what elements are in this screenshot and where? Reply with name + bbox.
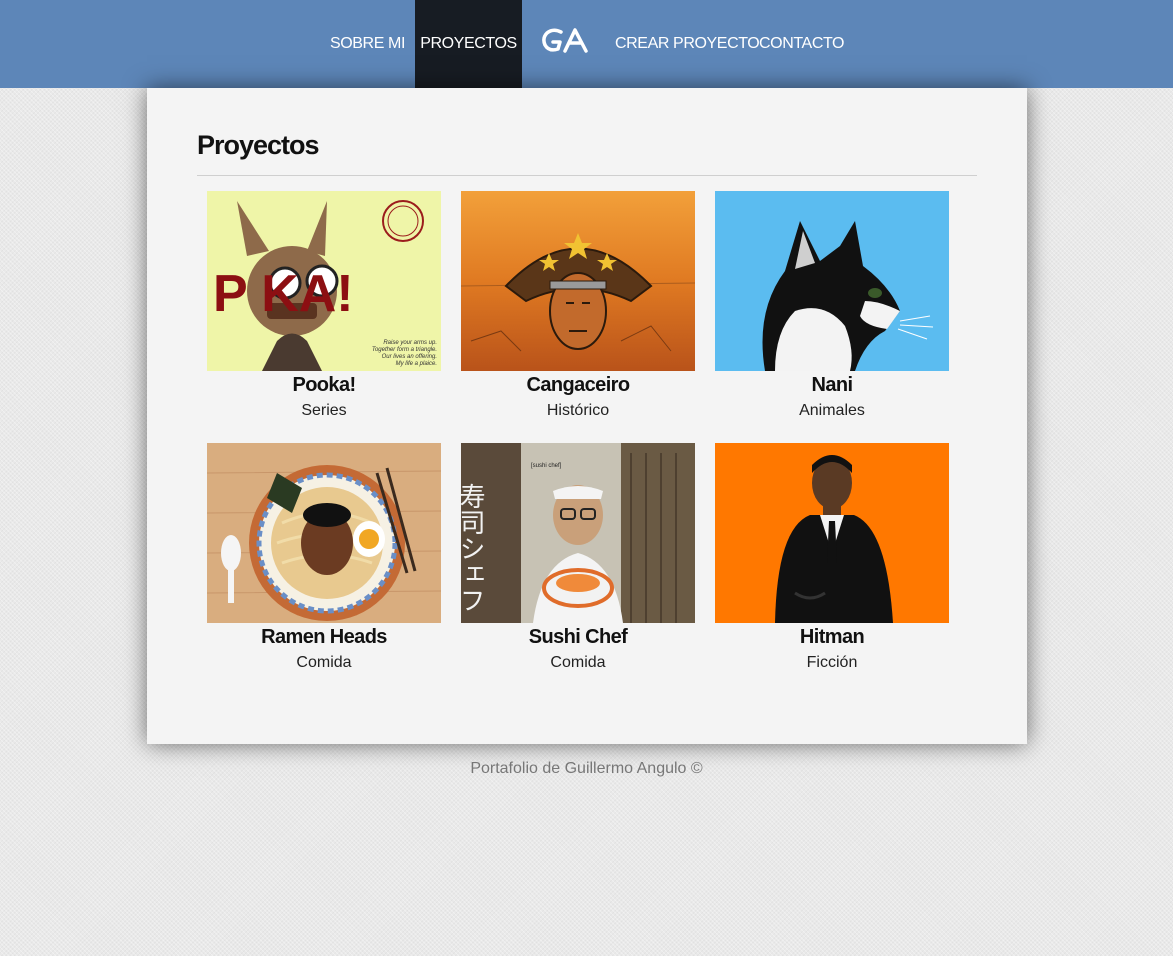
project-title[interactable]: Cangaceiro [461,371,695,399]
nav-item-proyectos[interactable]: PROYECTOS [415,0,522,88]
pooka-illustration-icon: P KA! Raise your arms up. Together form … [207,191,441,371]
main-nav: SOBRE MI PROYECTOS CREAR PROYECTO CONTAC… [147,0,1027,88]
nav-item-sobre-mi[interactable]: SOBRE MI [329,0,406,88]
project-thumbnail[interactable]: P KA! Raise your arms up. Together form … [207,191,441,371]
svg-text:Raise your arms up.: Raise your arms up. [383,340,437,346]
svg-text:Our lives an offering.: Our lives an offering. [382,354,437,360]
footer-text: Portafolio de Guillermo Angulo © [470,760,703,777]
nav-item-crear-proyecto[interactable]: CREAR PROYECTO [615,0,760,88]
project-category: Ficción [806,654,858,671]
content-panel: Proyectos P KA! Raise your arms up. Toge… [147,88,1027,744]
svg-text:[sushi chef]: [sushi chef] [531,463,562,469]
project-category: Histórico [546,402,610,419]
title-divider [197,175,977,176]
project-title[interactable]: Pooka! [207,371,441,399]
project-thumbnail[interactable] [461,191,695,371]
svg-text:寿司シェフ: 寿司シェフ [461,483,486,613]
project-thumbnail[interactable] [207,443,441,623]
svg-text:My life a plaice.: My life a plaice. [396,361,437,367]
ramen-illustration-icon [207,443,441,623]
project-card-nani[interactable]: Nani Animales [715,191,949,431]
project-thumbnail[interactable] [715,191,949,371]
project-thumbnail[interactable] [715,443,949,623]
project-card-sushi-chef[interactable]: 寿司シェフ [sushi chef] Sushi Chef Comida [461,443,695,683]
cat-illustration-icon [715,191,949,371]
project-category: Animales [799,402,865,419]
project-title[interactable]: Sushi Chef [461,623,695,651]
hitman-illustration-icon [715,443,949,623]
project-card-pooka[interactable]: P KA! Raise your arms up. Together form … [207,191,441,431]
project-card-ramen-heads[interactable]: Ramen Heads Comida [207,443,441,683]
page-title: Proyectos [197,130,320,160]
project-title[interactable]: Hitman [715,623,949,651]
cangaceiro-illustration-icon [461,191,695,371]
project-card-hitman[interactable]: Hitman Ficción [715,443,949,683]
top-navbar: SOBRE MI PROYECTOS CREAR PROYECTO CONTAC… [0,0,1173,88]
project-category: Series [301,402,347,419]
sushi-chef-illustration-icon: 寿司シェフ [sushi chef] [461,443,695,623]
svg-text:P KA!: P KA! [213,265,354,323]
nav-item-contacto[interactable]: CONTACTO [759,0,845,88]
project-title[interactable]: Nani [715,371,949,399]
svg-text:Together form a triangle.: Together form a triangle. [372,347,437,353]
ga-logo-icon[interactable] [541,26,591,56]
project-category: Comida [550,654,606,671]
project-card-cangaceiro[interactable]: Cangaceiro Histórico [461,191,695,431]
project-category: Comida [296,654,352,671]
project-title[interactable]: Ramen Heads [207,623,441,651]
project-thumbnail[interactable]: 寿司シェフ [sushi chef] [461,443,695,623]
